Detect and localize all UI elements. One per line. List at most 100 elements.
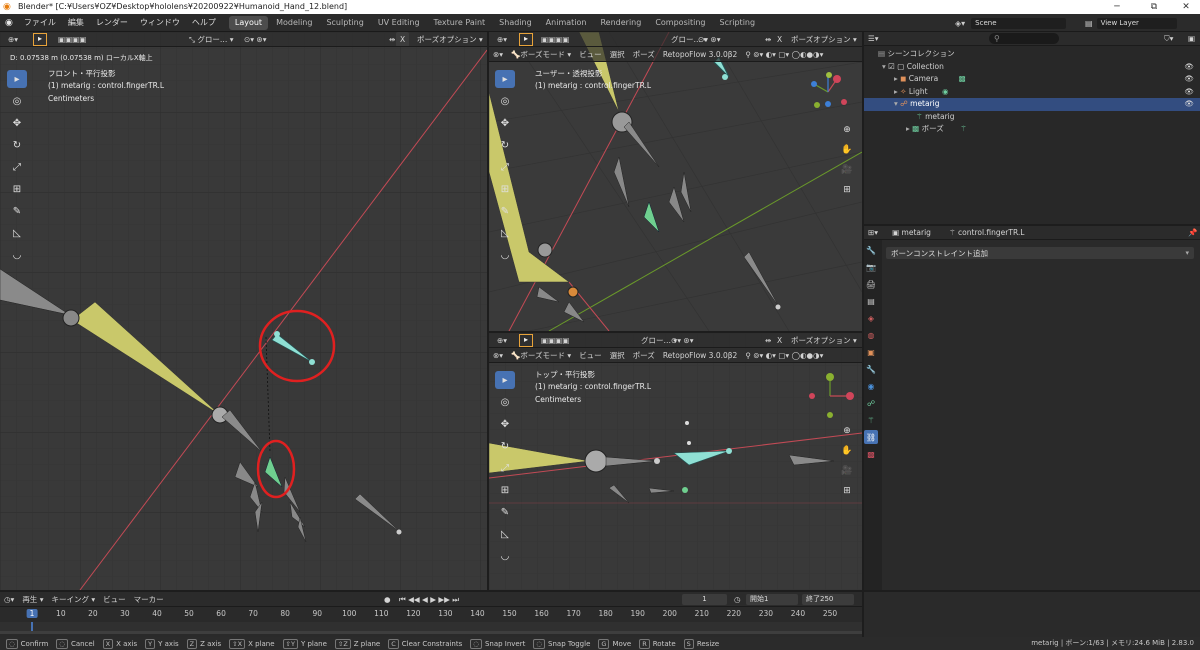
- output-tab-icon[interactable]: 🖨: [864, 277, 878, 291]
- current-frame-field[interactable]: 1: [682, 594, 727, 605]
- zoom-icon[interactable]: ⊕: [839, 423, 855, 439]
- x-mirror-toggle[interactable]: X: [773, 333, 786, 347]
- scene-field[interactable]: Scene: [971, 17, 1067, 29]
- outliner-row-light[interactable]: ▸ ✧ Light ◉ 👁: [864, 86, 1200, 99]
- scale-tool[interactable]: ⤢: [495, 459, 515, 477]
- new-collection-icon[interactable]: ▣: [1184, 32, 1199, 45]
- rotate-tool[interactable]: ↻: [495, 136, 515, 154]
- transform-tool[interactable]: ⊞: [495, 481, 515, 499]
- scale-tool[interactable]: ⤢: [495, 158, 515, 176]
- move-tool[interactable]: ✥: [495, 114, 515, 132]
- texture-tab-icon[interactable]: ▩: [864, 447, 878, 461]
- select-tool[interactable]: ▸: [495, 371, 515, 389]
- view-layer-field[interactable]: View Layer: [1096, 17, 1177, 29]
- select-tool[interactable]: ▸: [495, 70, 515, 88]
- modifier-tab-icon[interactable]: 🔧: [864, 362, 878, 376]
- visibility-eye-icon[interactable]: 👁: [1184, 61, 1194, 74]
- pivot-icon[interactable]: ⊙▾ ⊛▾: [667, 333, 697, 347]
- add-bone-constraint-dropdown[interactable]: ボーンコンストレイント追加 ▾: [886, 247, 1194, 259]
- checkbox-icon[interactable]: ☑: [888, 62, 897, 71]
- menu-pose[interactable]: ポーズ: [629, 47, 659, 61]
- orientation-dropdown[interactable]: ⤡ グロー… ▾: [185, 32, 238, 46]
- annotate-tool[interactable]: ✎: [495, 503, 515, 521]
- marker-menu[interactable]: マーカー: [130, 592, 168, 606]
- render-tab-icon[interactable]: 📷: [864, 260, 878, 274]
- select-box-icon[interactable]: ▸: [33, 33, 47, 46]
- tool-tab-icon[interactable]: 🔧: [864, 243, 878, 257]
- camera-icon[interactable]: 🎥: [839, 463, 855, 479]
- bone-roll-tool[interactable]: ◡: [495, 547, 515, 565]
- cursor-tool[interactable]: ◎: [7, 92, 27, 110]
- pan-hand-icon[interactable]: ✋: [839, 142, 855, 158]
- editor-type-icon[interactable]: ⊕▾: [4, 32, 22, 46]
- x-mirror-toggle[interactable]: X: [396, 32, 410, 46]
- close-button[interactable]: ✕: [1172, 0, 1200, 14]
- menu-pose[interactable]: ポーズ: [629, 348, 659, 362]
- outliner-row-camera[interactable]: ▸ ◼ Camera ▩ 👁: [864, 73, 1200, 86]
- bone-tab-icon[interactable]: ⚚: [864, 413, 878, 427]
- move-tool[interactable]: ✥: [7, 114, 27, 132]
- outliner-search-input[interactable]: ⚲: [989, 33, 1059, 44]
- move-tool[interactable]: ✥: [495, 415, 515, 433]
- select-mode-icons[interactable]: ▣▣▣▣: [537, 32, 573, 46]
- filter-icon[interactable]: ⛉▾: [1160, 32, 1177, 45]
- timeline-view-menu[interactable]: ビュー: [99, 592, 130, 606]
- timeline-track[interactable]: [0, 622, 862, 634]
- menu-help[interactable]: ヘルプ: [186, 14, 222, 32]
- transform-tool[interactable]: ⊞: [7, 180, 27, 198]
- end-frame-field[interactable]: 終了250: [802, 594, 854, 605]
- tab-uv-editing[interactable]: UV Editing: [372, 16, 426, 30]
- bone-roll-tool[interactable]: ◡: [495, 246, 515, 264]
- select-mode-icons[interactable]: ▣▣▣▣: [537, 333, 573, 347]
- editor-menu-icon[interactable]: ⊗▾: [489, 47, 507, 61]
- pivot-icon[interactable]: ⊙▾ ⊛▾: [240, 32, 270, 46]
- outliner-row-metarig[interactable]: ▾ ☍ metarig 👁: [864, 98, 1200, 111]
- object-tab-icon[interactable]: ▣: [864, 345, 878, 359]
- scale-tool[interactable]: ⤢: [7, 158, 27, 176]
- pose-options-dropdown[interactable]: ポーズオプション ▾: [413, 32, 487, 46]
- menu-file[interactable]: ファイル: [18, 14, 62, 32]
- pin-icon[interactable]: 📌: [1184, 226, 1200, 239]
- outliner-row-pose[interactable]: ▸ ▩ ボーズ ⚚: [864, 123, 1200, 136]
- transform-tool[interactable]: ⊞: [495, 180, 515, 198]
- timeline-scrollbar[interactable]: [0, 631, 862, 634]
- select-tool[interactable]: ▸: [7, 70, 27, 88]
- measure-tool[interactable]: ◺: [495, 525, 515, 543]
- keying-menu[interactable]: キーイング ▾: [47, 592, 99, 606]
- menu-select[interactable]: 選択: [606, 348, 629, 362]
- grid-icon[interactable]: ⊞: [839, 182, 855, 198]
- timeline-editor-icon[interactable]: ◷▾: [0, 592, 18, 606]
- record-icon[interactable]: ●: [380, 592, 395, 606]
- view-layer-tab-icon[interactable]: ▤: [864, 294, 878, 308]
- tab-texture-paint[interactable]: Texture Paint: [428, 16, 492, 30]
- scene-tab-icon[interactable]: ◈: [864, 311, 878, 325]
- menu-select[interactable]: 選択: [606, 47, 629, 61]
- mode-dropdown[interactable]: 🦴ボーズモード ▾: [507, 348, 575, 362]
- maximize-button[interactable]: ⧉: [1140, 0, 1168, 14]
- visibility-eye-icon[interactable]: 👁: [1184, 86, 1194, 99]
- zoom-icon[interactable]: ⊕: [839, 122, 855, 138]
- outliner-row-collection[interactable]: ▾ ☑ ▢ Collection 👁: [864, 61, 1200, 74]
- menu-view[interactable]: ビュー: [575, 348, 606, 362]
- outliner-row-armature-data[interactable]: ⚚ metarig: [864, 111, 1200, 124]
- blender-menu-icon[interactable]: ◉: [0, 18, 18, 28]
- armature-data-tab-icon[interactable]: ☍: [864, 396, 878, 410]
- viewport-top[interactable]: ⊕▾ ▸ ▣▣▣▣ グロー… ▾ ⊙▾ ⊛▾ ⇹ X ポーズオプション ▾ ⊗▾…: [489, 333, 862, 590]
- playback-controls[interactable]: ⏮ ◀◀ ◀ ▶ ▶▶ ⏭: [395, 592, 463, 606]
- select-mode-icons[interactable]: ▣▣▣▣: [54, 32, 90, 46]
- playback-menu[interactable]: 再生 ▾: [18, 592, 47, 606]
- viewport-front[interactable]: ⊕▾ ▸ ▣▣▣▣ ⤡ グロー… ▾ ⊙▾ ⊛▾ ⇹ X ポーズオプション ▾ …: [0, 32, 487, 590]
- outliner-editor-icon[interactable]: ☰▾: [864, 32, 883, 45]
- grid-icon[interactable]: ⊞: [839, 483, 855, 499]
- pose-options-dropdown[interactable]: ポーズオプション ▾: [787, 32, 861, 46]
- viewport-user[interactable]: ⊕▾ ▸ ▣▣▣▣ グロー… ▾ ⊙▾ ⊛▾ ⇹ X ポーズオプション ▾ ⊗▾…: [489, 32, 862, 331]
- physics-tab-icon[interactable]: ◉: [864, 379, 878, 393]
- start-frame-field[interactable]: 開始1: [746, 594, 798, 605]
- bone-constraint-tab-icon[interactable]: ⛓: [864, 430, 878, 444]
- select-box-icon[interactable]: ▸: [519, 334, 533, 347]
- editor-type-icon[interactable]: ⊕▾: [493, 333, 511, 347]
- tab-compositing[interactable]: Compositing: [649, 16, 711, 30]
- minimize-button[interactable]: ─: [1103, 0, 1131, 14]
- visibility-eye-icon[interactable]: 👁: [1184, 98, 1194, 111]
- retopoflow-menu[interactable]: RetopoFlow 3.0.0β2: [659, 348, 742, 362]
